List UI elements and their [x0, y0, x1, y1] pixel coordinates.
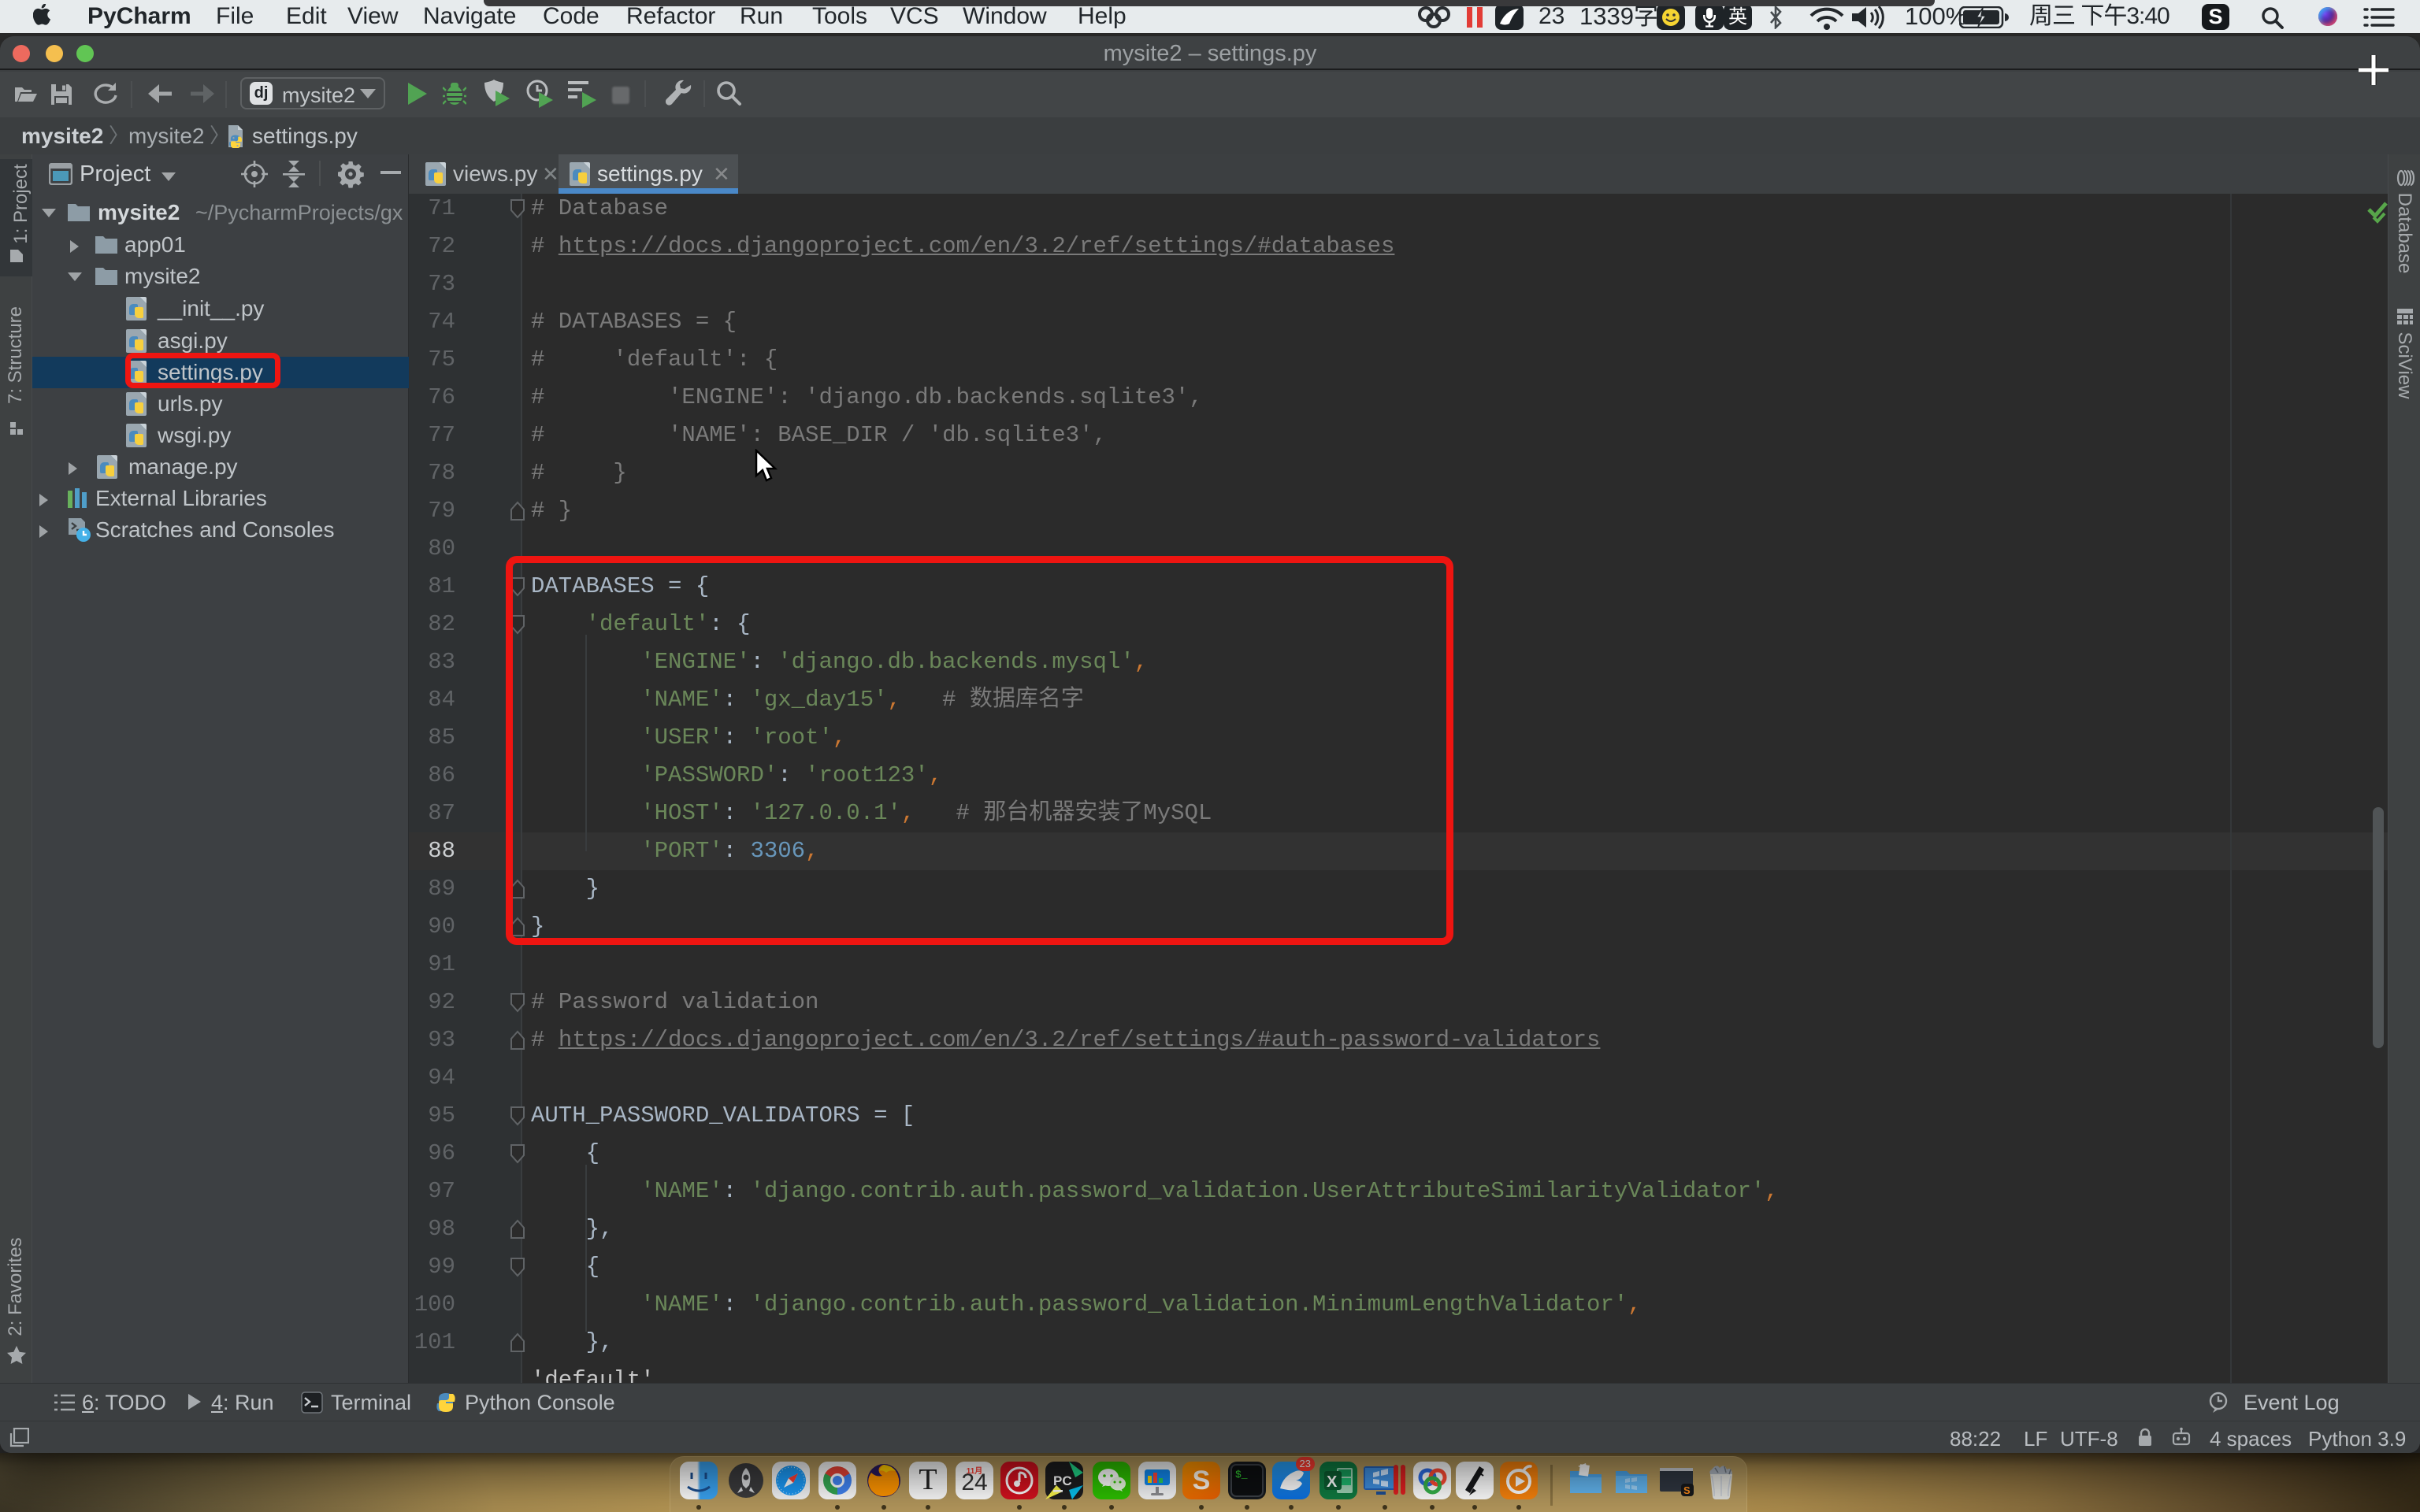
svg-text:$_: $_	[1235, 1469, 1248, 1480]
svg-text:S: S	[1683, 1484, 1691, 1496]
svg-text:PC: PC	[1053, 1473, 1072, 1488]
svg-text:X: X	[1327, 1473, 1338, 1491]
